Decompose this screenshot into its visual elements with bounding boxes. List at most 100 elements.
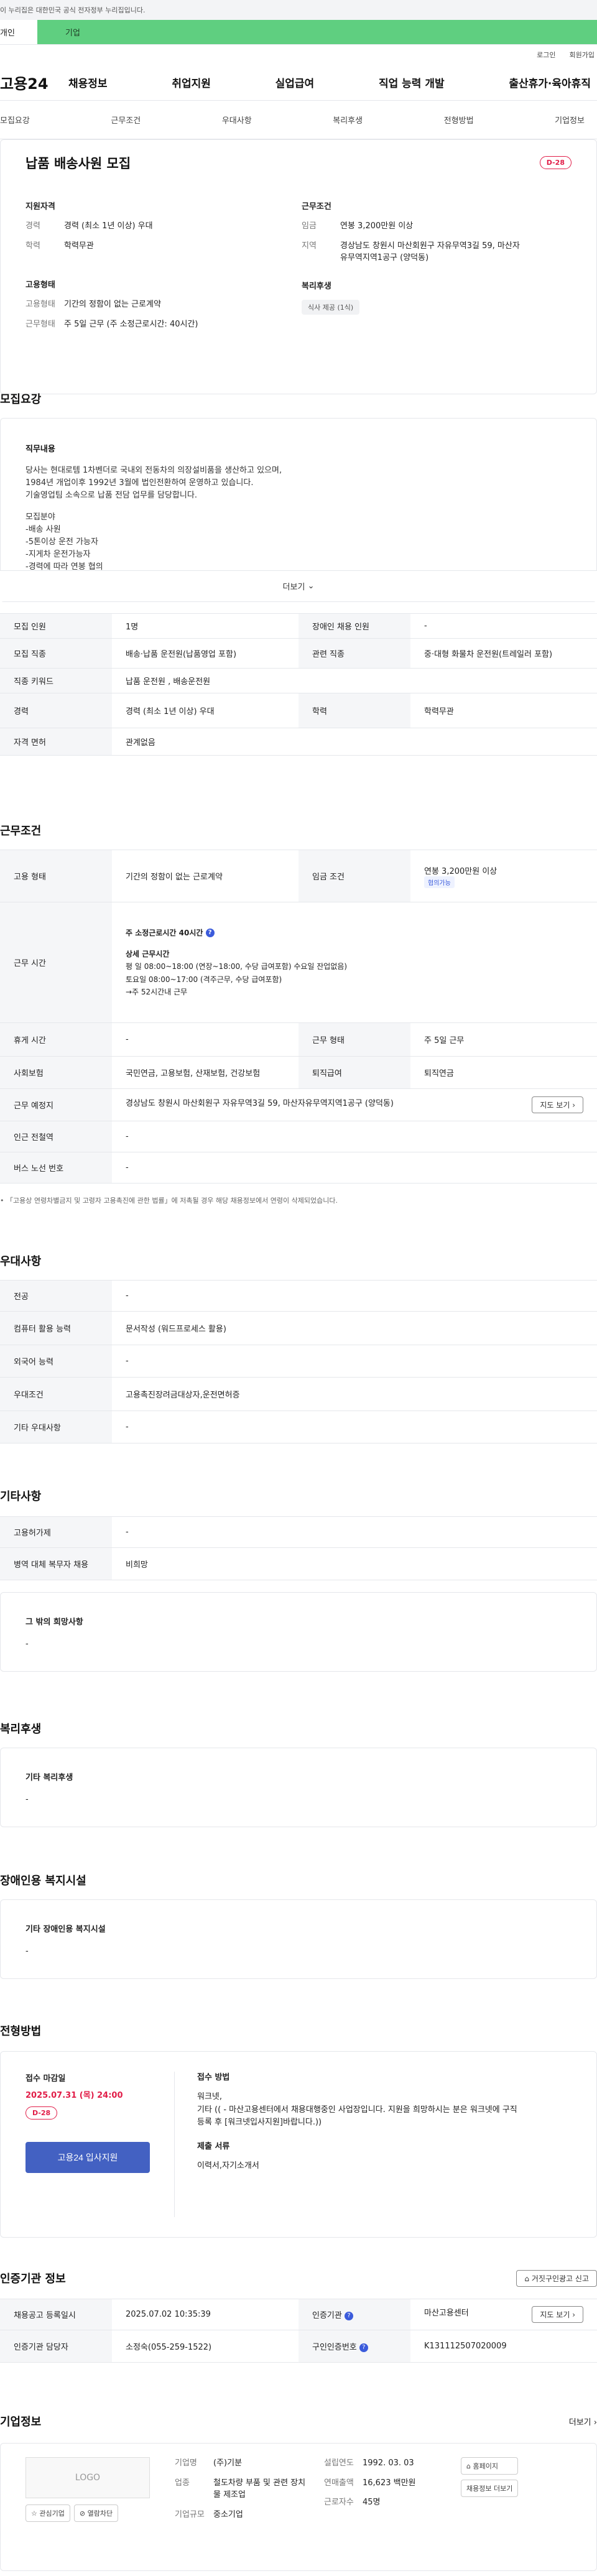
- table-row: 외국어 능력 -: [0, 1345, 597, 1378]
- desc-line: 모집분야: [25, 512, 55, 522]
- signup-link[interactable]: 회원가입: [570, 50, 595, 60]
- table-header: 컴퓨터 활용 능력: [0, 1311, 112, 1345]
- cert-table: 채용공고 등록일시 2025.07.02 10:35:39 인증기관 ? 마산고…: [0, 2299, 597, 2363]
- tab-recruit[interactable]: 모집요강: [0, 114, 30, 126]
- gnb-item-support[interactable]: 취업지원: [172, 75, 211, 90]
- more-button[interactable]: 더보기 ⌄: [0, 570, 597, 601]
- table-row: 컴퓨터 활용 능력 문서작성 (워드프로세스 활용): [0, 1311, 597, 1345]
- apply-button[interactable]: 고용24 입사지원: [25, 2142, 150, 2173]
- welfare-box: 기타 복리후생 -: [0, 1748, 597, 1827]
- table-row: 경력 경력 (최소 1년 이상) 우대 학력 학력무관: [0, 693, 597, 728]
- desc-line: -배송 사원: [25, 524, 61, 534]
- sales-label: 연매출액: [324, 2478, 354, 2488]
- table-header: 고용 형태: [0, 850, 112, 902]
- disabled-box-heading: 기타 장애인용 복지시설: [25, 1925, 106, 1934]
- year-label: 설립연도: [324, 2458, 354, 2468]
- desc-spacer: [25, 503, 572, 511]
- tab-work[interactable]: 근무조건: [111, 114, 141, 126]
- cond-heading: 근무조건: [302, 202, 331, 211]
- table-cell: 기간의 정함이 없는 근로계약: [112, 850, 298, 902]
- method-line: 워크넷,: [197, 2092, 223, 2101]
- table-cell: 주 소정근로시간 40시간 ? 상세 근무시간 평 일 08:00~18:00 …: [112, 902, 597, 1023]
- company-jobs-button[interactable]: 채용정보 더보기: [461, 2480, 519, 2497]
- etc-table: 고용허가제 - 병역 대체 복무자 채용 비희망: [0, 1516, 597, 1580]
- desc-line: 1984년 개업이후 1992년 3월에 법인전환하여 운영하고 있습니다.: [25, 478, 254, 488]
- table-row: 인증기관 담당자 소정숙(055-259-1522) 구인인증번호 ? K131…: [0, 2330, 597, 2363]
- table-cell: 2025.07.02 10:35:39: [112, 2299, 298, 2330]
- map-button-label: 지도 보기: [540, 1101, 570, 1110]
- deadline-label: 접수 마감일: [25, 2074, 66, 2083]
- report-icon: ⌂: [524, 2274, 530, 2283]
- shape-label: 근무형태: [25, 319, 55, 329]
- table-row: 병역 대체 복무자 채용 비희망: [0, 1547, 597, 1580]
- favorite-company-button[interactable]: ☆ 관심기업: [25, 2504, 70, 2522]
- table-cell: 납품 운전원 , 배송운전원: [112, 668, 597, 693]
- place-value: 경상남도 창원시 마산회원구 자유무역3길 59, 마산자유무역지역1공구 (양…: [126, 1099, 394, 1108]
- industry-label: 업종: [175, 2478, 190, 2488]
- org-map-button[interactable]: 지도 보기 ›: [532, 2306, 583, 2323]
- site-logo[interactable]: 고용24: [0, 72, 68, 93]
- gnb-item-unemployment[interactable]: 실업급여: [275, 75, 315, 90]
- table-row: 인근 전철역 -: [0, 1121, 597, 1152]
- map-button[interactable]: 지도 보기 ›: [532, 1096, 583, 1113]
- hours-line: 평 일 08:00~18:00 (연장~18:00, 수당 급여포함) 수요일 …: [126, 962, 348, 971]
- gnb-item-leave[interactable]: 출산휴가·육아휴직: [509, 75, 591, 90]
- tab-company[interactable]: 기업정보: [555, 114, 585, 126]
- login-link[interactable]: 로그인: [537, 50, 555, 60]
- tab-welfare[interactable]: 복리후생: [333, 114, 363, 126]
- user-type-tabs: 개인 기업: [0, 20, 597, 45]
- gnb-item-training[interactable]: 직업 능력 개발: [379, 75, 445, 90]
- table-cell: -: [112, 1121, 597, 1152]
- table-header: 사회보험: [0, 1056, 112, 1089]
- num-label: 구인인증번호: [312, 2343, 357, 2352]
- table-header: 고용허가제: [0, 1516, 112, 1548]
- table-cell: 비희망: [112, 1547, 597, 1580]
- loc-value: 경상남도 창원시 마산회원구 자유무역3길 59, 마산자유무역지역1공구 (양…: [340, 241, 520, 263]
- size-value: 중소기업: [213, 2509, 243, 2519]
- tab-pref[interactable]: 우대사항: [222, 114, 252, 126]
- table-header: 근무 예정지: [0, 1088, 112, 1121]
- tab-process[interactable]: 전형방법: [444, 114, 474, 126]
- table-header: 모집 직종: [0, 638, 112, 669]
- cert-section-title: 인증기관 정보: [0, 2273, 66, 2286]
- info-icon[interactable]: ?: [205, 929, 215, 938]
- welfare-box-heading: 기타 복리후생: [25, 1773, 73, 1782]
- process-dday-badge: D-28: [25, 2106, 58, 2120]
- etc-wish-heading: 그 밖의 희망사항: [25, 1618, 83, 1627]
- tab-company[interactable]: 기업: [37, 20, 597, 44]
- table-cell: 주 5일 근무: [410, 1022, 597, 1057]
- block-company-button[interactable]: ⊘ 열람차단: [73, 2504, 119, 2522]
- table-cell: 문서작성 (워드프로세스 활용): [112, 1311, 597, 1345]
- company-more-link[interactable]: 더보기 ›: [569, 2416, 597, 2427]
- report-button[interactable]: ⌂ 거짓구인광고 신고: [516, 2270, 597, 2287]
- homepage-button[interactable]: ⌂ 홈페이지: [461, 2457, 519, 2475]
- type-label: 고용형태: [25, 300, 55, 309]
- table-row: 기타 우대사항 -: [0, 1411, 597, 1443]
- industry-value: 철도차량 부품 및 관련 장치물 제조업: [213, 2478, 306, 2500]
- table-cell: 국민연금, 고용보험, 산재보험, 건강보험: [112, 1056, 298, 1089]
- info-icon[interactable]: ?: [359, 2343, 368, 2352]
- pref-section-title: 우대사항: [0, 1255, 42, 1268]
- table-header: 근무 형태: [298, 1022, 410, 1057]
- job-title: 납품 배송사원 모집: [25, 156, 131, 171]
- table-header: 근무 시간: [0, 902, 112, 1023]
- table-header: 경력: [0, 693, 112, 728]
- table-header: 휴게 시간: [0, 1022, 112, 1057]
- info-icon[interactable]: ?: [344, 2311, 353, 2320]
- org-value: 마산고용센터: [424, 2309, 469, 2318]
- table-header: 모집 인원: [0, 613, 112, 639]
- table-row: 모집 인원 1명 장애인 채용 인원 -: [0, 613, 597, 639]
- tab-personal[interactable]: 개인: [0, 20, 37, 44]
- table-header: 구인인증번호 ?: [298, 2330, 410, 2363]
- etc-wish-value: -: [25, 1639, 29, 1649]
- table-header: 학력: [298, 693, 410, 728]
- edu-value: 학력무관: [64, 241, 94, 251]
- gnb-item-jobs[interactable]: 채용정보: [68, 75, 108, 90]
- section-tabs: 모집요강 근무조건 우대사항 복리후생 전형방법 기업정보: [0, 101, 597, 139]
- table-cell: 1명: [112, 613, 298, 639]
- table-cell: 퇴직연금: [410, 1056, 597, 1089]
- homepage-label: 홈페이지: [473, 2462, 498, 2470]
- wage-value: 연봉 3,200만원 이상: [424, 866, 497, 876]
- company-card: LOGO ☆ 관심기업 ⊘ 열람차단 기업명 (주)기분 업종 철도차량 부품 및 …: [0, 2443, 597, 2571]
